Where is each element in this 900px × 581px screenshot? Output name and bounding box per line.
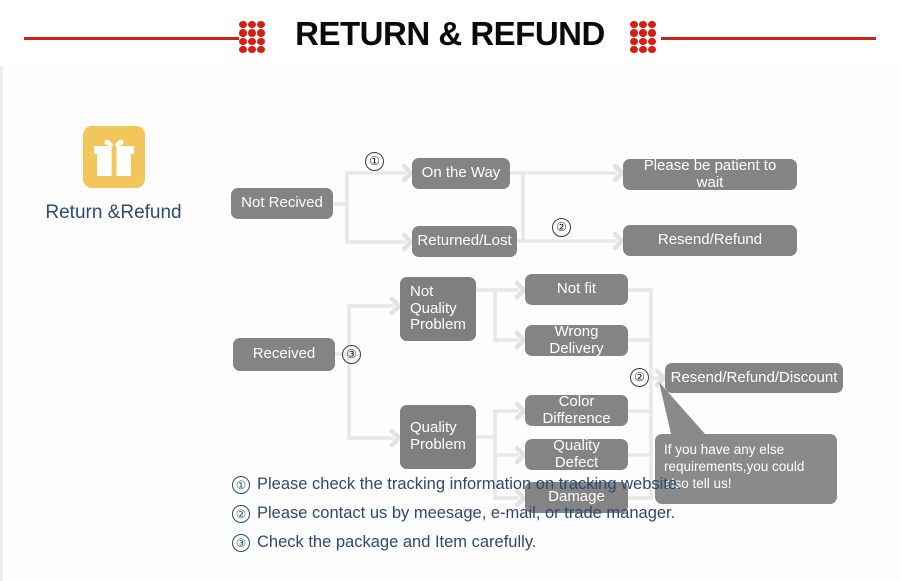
footer-notes: ① Please check the tracking information … [232,470,852,557]
step-marker-3-left: ③ [342,345,361,364]
note-row: ① Please check the tracking information … [232,470,852,499]
page-header: RETURN & REFUND [0,0,900,66]
node-quality-problem: Quality Problem [400,405,476,469]
return-refund-infographic: RETURN & REFUND Return &Refund Not Reciv… [0,0,900,581]
note-row: ③ Check the package and Item carefully. [232,528,852,557]
node-not-quality-problem: Not Quality Problem [400,277,476,341]
note-number-icon: ② [232,504,250,523]
step-marker-2-top: ② [552,218,571,237]
step-marker-2-bottom: ② [630,368,649,387]
node-returned-lost: Returned/Lost [412,226,517,257]
step-marker-1-top: ① [365,152,384,171]
node-not-fit: Not fit [525,274,628,305]
node-please-be-patient-to-wait: Please be patient to wait [623,157,797,190]
flow-diagram: Not Recived On the Way Returned/Lost Ple… [3,66,900,536]
node-on-the-way: On the Way [412,158,510,189]
note-row: ② Please contact us by meesage, e-mail, … [232,499,852,528]
node-received: Received [233,338,335,371]
node-resend-refund: Resend/Refund [623,225,797,256]
note-number-icon: ③ [232,533,250,552]
note-text: Please contact us by meesage, e-mail, or… [257,504,676,522]
node-quality-defect: Quality Defect [525,437,628,470]
callout-tail-icon [659,382,705,434]
node-color-difference: Color Difference [525,393,628,426]
page-title: RETURN & REFUND [295,15,605,52]
node-wrong-delivery: Wrong Delivery [525,323,628,356]
note-text: Check the package and Item carefully. [257,533,537,551]
note-text: Please check the tracking information on… [257,475,682,493]
content-panel: Return &Refund Not Recived On the Way Re… [0,66,900,581]
node-not-recived: Not Recived [231,188,333,219]
note-number-icon: ① [232,475,250,494]
